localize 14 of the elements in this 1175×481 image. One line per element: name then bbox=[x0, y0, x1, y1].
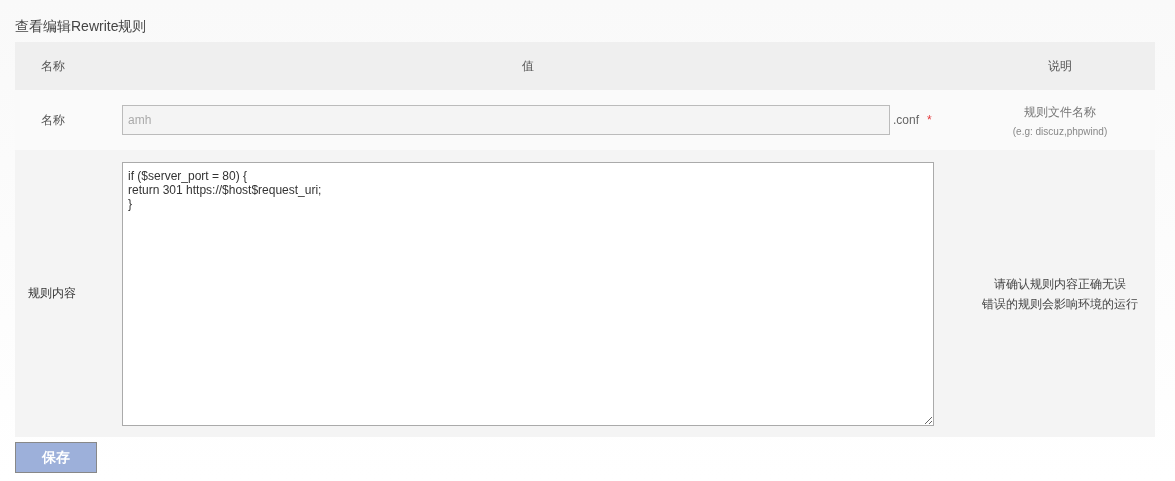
field-label: 名称 bbox=[40, 112, 65, 127]
note-text: 错误的规则会影响环境的运行 bbox=[982, 295, 1138, 313]
note-text: 规则文件名称 bbox=[1024, 103, 1096, 121]
note-text: 请确认规则内容正确无误 bbox=[994, 275, 1126, 293]
save-button[interactable]: 保存 bbox=[15, 442, 97, 473]
page-title: 查看编辑Rewrite规则 bbox=[15, 17, 148, 36]
field-label: 规则内容 bbox=[28, 286, 76, 300]
suffix-text: .conf bbox=[893, 113, 919, 127]
column-header: 值 bbox=[521, 58, 534, 73]
required-mark: * bbox=[927, 113, 932, 127]
hint-text: (e.g: discuz,phpwind) bbox=[1012, 125, 1108, 137]
column-header: 说明 bbox=[1048, 58, 1072, 73]
rule-content-textarea[interactable]: if ($server_port = 80) { return 301 https://$host$request_uri; } bbox=[122, 161, 934, 426]
column-header: 名称 bbox=[40, 58, 65, 73]
